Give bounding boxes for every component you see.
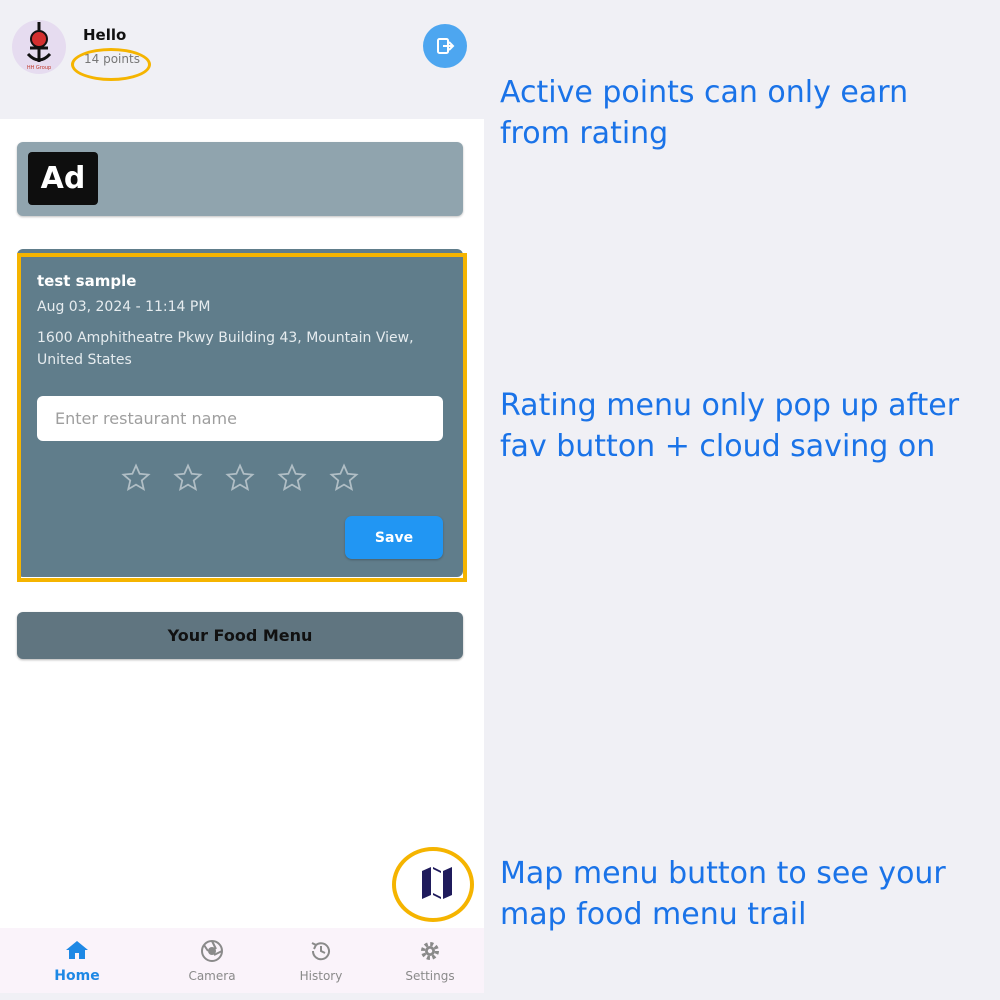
nav-camera[interactable]: Camera bbox=[162, 928, 262, 993]
rating-card-address: 1600 Amphitheatre Pkwy Building 43, Moun… bbox=[37, 330, 414, 368]
bottom-navigation: Home Camera History Settings bbox=[0, 928, 484, 993]
logout-icon bbox=[437, 38, 455, 54]
avatar-logo-text: HH Group bbox=[26, 65, 52, 71]
history-icon bbox=[311, 942, 330, 961]
system-nav-strip bbox=[0, 993, 484, 1000]
star-icon[interactable] bbox=[121, 463, 151, 493]
restaurant-name-input[interactable] bbox=[37, 396, 443, 441]
logout-button[interactable] bbox=[423, 24, 467, 68]
nav-history[interactable]: History bbox=[271, 928, 371, 993]
nav-home[interactable]: Home bbox=[27, 928, 127, 993]
nav-settings-label: Settings bbox=[405, 969, 455, 983]
app-header: HH Group Hello 14 points bbox=[0, 0, 484, 119]
star-icon[interactable] bbox=[277, 463, 307, 493]
points-highlight-ring bbox=[71, 48, 151, 81]
map-button[interactable] bbox=[417, 864, 457, 902]
nav-settings[interactable]: Settings bbox=[380, 928, 480, 993]
save-button[interactable]: Save bbox=[345, 516, 443, 559]
home-icon bbox=[66, 941, 88, 959]
greeting-text: Hello bbox=[83, 26, 127, 44]
gear-icon bbox=[421, 942, 439, 960]
food-menu-button[interactable]: Your Food Menu bbox=[17, 612, 463, 659]
ad-banner[interactable]: Ad bbox=[17, 142, 463, 216]
ad-badge: Ad bbox=[28, 152, 98, 205]
nav-camera-label: Camera bbox=[188, 969, 236, 983]
map-icon bbox=[422, 867, 452, 899]
star-icon[interactable] bbox=[173, 463, 203, 493]
points-annotation: Active points can only earn from rating bbox=[500, 75, 909, 151]
star-icon[interactable] bbox=[329, 463, 359, 493]
nav-history-label: History bbox=[299, 969, 343, 983]
phone-screen: HH Group Hello 14 points Ad test sample … bbox=[0, 0, 484, 1000]
rating-card-date: Aug 03, 2024 - 11:14 PM bbox=[37, 299, 211, 315]
rating-card-title: test sample bbox=[37, 272, 137, 290]
star-icon[interactable] bbox=[225, 463, 255, 493]
map-annotation: Map menu button to see your map food men… bbox=[500, 856, 946, 932]
camera-icon bbox=[201, 940, 223, 962]
rating-annotation: Rating menu only pop up after fav button… bbox=[500, 388, 960, 464]
nav-home-label: Home bbox=[54, 968, 100, 984]
avatar[interactable]: HH Group bbox=[12, 20, 66, 74]
